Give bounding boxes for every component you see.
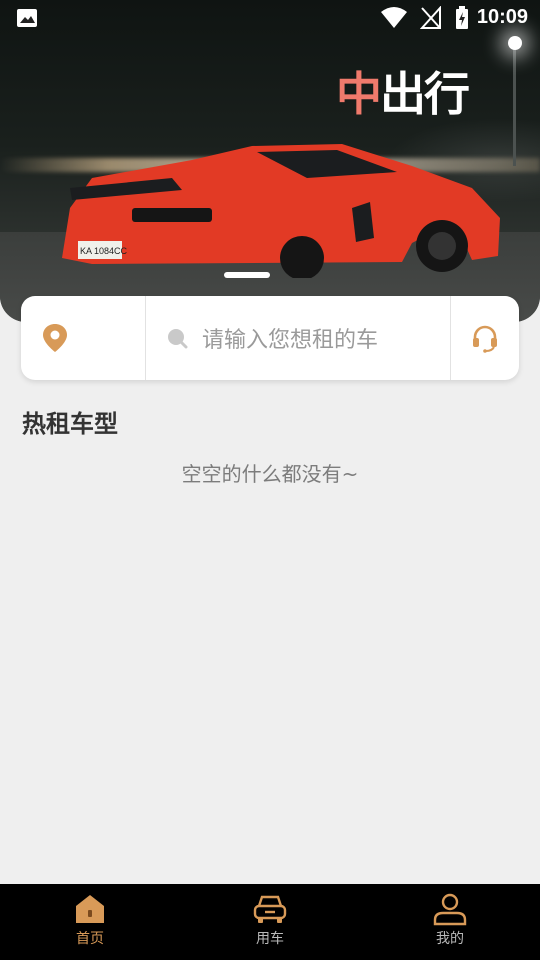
nav-item-car[interactable]: 用车 (180, 884, 360, 960)
brand-logo: 中出行 (336, 64, 470, 124)
section-title: 热租车型 (22, 410, 118, 438)
search-card: 请输入您想租的车 (21, 296, 519, 380)
empty-state-text: 空空的什么都没有~ (181, 462, 359, 486)
license-plate: KA 1084CC (80, 246, 128, 256)
location-button[interactable] (21, 296, 146, 380)
logo-text-white: 出行 (380, 67, 470, 121)
wifi-icon (381, 7, 407, 28)
headset-icon (473, 325, 497, 353)
nav-item-profile[interactable]: 我的 (360, 884, 540, 960)
location-pin-icon (43, 324, 67, 352)
no-signal-icon (420, 6, 441, 29)
search-placeholder: 请输入您想租的车 (202, 328, 379, 353)
nav-label-home: 首页 (76, 931, 104, 947)
bottom-nav: 首页 用车 我的 (0, 884, 540, 960)
customer-service-button[interactable] (450, 296, 519, 380)
search-input[interactable]: 请输入您想租的车 (146, 296, 450, 380)
nav-item-home[interactable]: 首页 (0, 884, 180, 960)
street-lamp (508, 36, 522, 50)
hero-banner[interactable]: 中出行 KA 1084CC (0, 0, 540, 322)
profile-icon (433, 893, 467, 926)
lamp-pole (513, 46, 516, 166)
image-notification-icon (17, 9, 37, 27)
banner-page-indicator (224, 272, 270, 278)
battery-charging-icon (456, 6, 468, 29)
red-car-image: KA 1084CC (62, 144, 500, 278)
logo-char-red: 中 (336, 67, 382, 121)
status-bar: 10:09 (0, 0, 540, 36)
nav-label-profile: 我的 (436, 931, 464, 947)
home-icon (76, 895, 104, 923)
nav-label-car: 用车 (256, 931, 284, 947)
car-icon (253, 895, 287, 923)
search-icon (168, 329, 188, 349)
clock: 10:09 (476, 6, 528, 28)
